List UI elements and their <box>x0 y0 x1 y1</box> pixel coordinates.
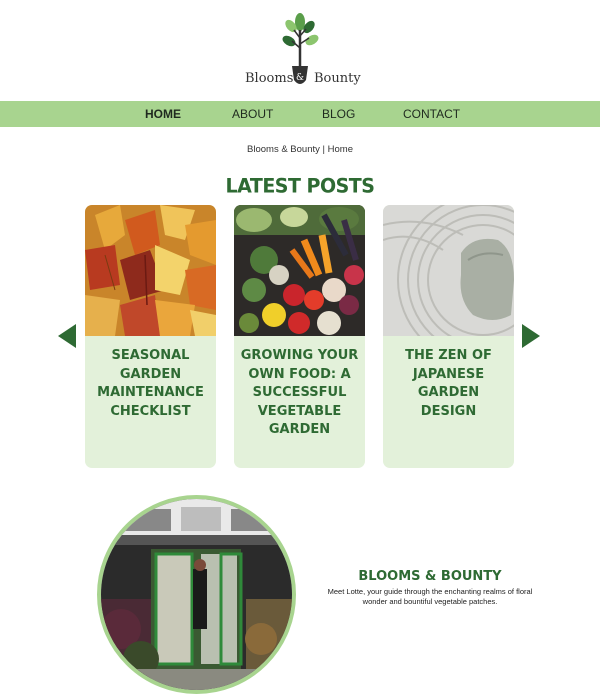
nav-blog[interactable]: BLOG <box>322 101 355 127</box>
post-card[interactable]: GROWING YOUR OWN FOOD: A SUCCESSFUL VEGE… <box>234 205 365 468</box>
post-title[interactable]: GROWING YOUR OWN FOOD: A SUCCESSFUL VEGE… <box>240 347 359 440</box>
nav-home[interactable]: HOME <box>145 101 181 127</box>
breadcrumb: Blooms & Bounty | Home <box>247 144 353 155</box>
author-photo <box>97 495 296 694</box>
main-nav: HOME ABOUT BLOG CONTACT <box>0 101 600 127</box>
post-image-autumn-leaves <box>85 205 216 336</box>
carousel-next-icon[interactable] <box>522 324 540 348</box>
about-text: Meet Lotte, your guide through the encha… <box>327 587 533 606</box>
post-card[interactable]: THE ZEN OF JAPANESE GARDEN DESIGN <box>383 205 514 468</box>
section-title: LATEST POSTS <box>225 174 375 198</box>
post-image-vegetables <box>234 205 365 336</box>
about-title: BLOOMS & BOUNTY <box>358 569 502 584</box>
svg-text:&: & <box>296 73 304 83</box>
nav-about[interactable]: ABOUT <box>232 101 273 127</box>
post-card[interactable]: SEASONAL GARDEN MAINTENANCE CHECKLIST <box>85 205 216 468</box>
nav-contact[interactable]: CONTACT <box>403 101 460 127</box>
post-image-zen-gravel <box>383 205 514 336</box>
post-title[interactable]: THE ZEN OF JAPANESE GARDEN DESIGN <box>389 347 508 421</box>
carousel-prev-icon[interactable] <box>58 324 76 348</box>
site-logo[interactable]: Blooms & Bounty <box>0 8 600 98</box>
svg-text:Bounty: Bounty <box>314 71 361 86</box>
post-title[interactable]: SEASONAL GARDEN MAINTENANCE CHECKLIST <box>91 347 210 421</box>
svg-text:Blooms: Blooms <box>245 71 293 86</box>
